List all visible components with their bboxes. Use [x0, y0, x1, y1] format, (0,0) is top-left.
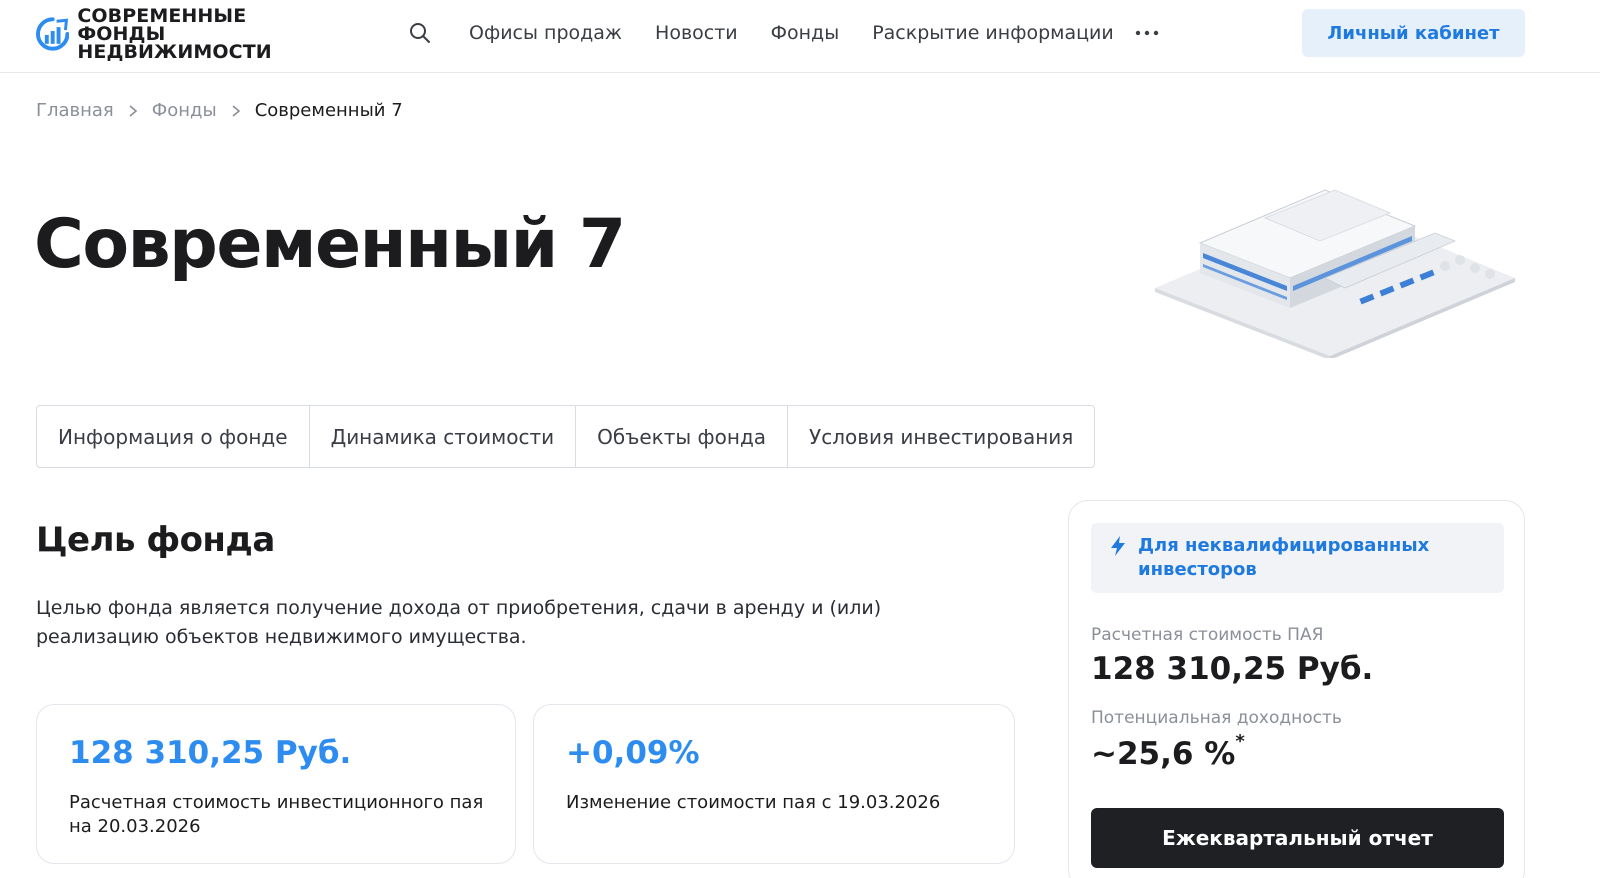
stat-label: Расчетная стоимость инвестиционного пая …	[69, 792, 484, 837]
nav-disclosure[interactable]: Раскрытие информации	[872, 20, 1114, 46]
main-nav: Офисы продаж Новости Фонды Раскрытие инф…	[469, 20, 1147, 46]
fund-summary-card: Для неквалифицированных инвесторов Расче…	[1068, 500, 1525, 878]
stat-label: Изменение стоимости пая с 19.03.2026	[566, 792, 941, 813]
stat-value: 128 310,25 Руб.	[69, 735, 352, 771]
footnote-mark: *	[1235, 730, 1245, 752]
nav-news[interactable]: Новости	[655, 20, 738, 46]
breadcrumb-home[interactable]: Главная	[36, 100, 114, 121]
breadcrumb-funds[interactable]: Фонды	[152, 100, 217, 121]
stat-value: +0,09%	[566, 735, 700, 771]
stat-card-unit-price: 128 310,25 Руб. Расчетная стоимость инве…	[36, 704, 516, 864]
lightning-icon	[1111, 536, 1125, 556]
unit-price-label: Расчетная стоимость ПАЯ	[1091, 625, 1324, 645]
tab-fund-info[interactable]: Информация о фонде	[37, 406, 310, 467]
investor-type-text: Для неквалифицированных инвесторов	[1138, 535, 1430, 580]
fund-tabs: Информация о фонде Динамика стоимости Об…	[36, 405, 1096, 468]
breadcrumb-current: Современный 7	[254, 100, 403, 121]
investor-type-badge: Для неквалифицированных инвесторов	[1091, 523, 1504, 593]
goal-text: Целью фонда является получение дохода от…	[36, 597, 882, 648]
tab-fund-objects[interactable]: Объекты фонда	[576, 406, 789, 467]
unit-price-value: 128 310,25 Руб.	[1091, 651, 1374, 687]
logo-text: СОВРЕМЕННЫЕ ФОНДЫ НЕДВИЖИМОСТИ	[77, 5, 336, 63]
more-icon[interactable]	[1133, 20, 1161, 46]
goal-title: Цель фонда	[36, 520, 275, 560]
logo-line-1: СОВРЕМЕННЫЕ ФОНДЫ	[77, 5, 247, 45]
logo-line-2: НЕДВИЖИМОСТИ	[77, 41, 272, 63]
stat-card-price-change: +0,09% Изменение стоимости пая с 19.03.2…	[533, 704, 1015, 864]
nav-funds[interactable]: Фонды	[771, 20, 840, 46]
nav-sales-offices[interactable]: Офисы продаж	[469, 20, 622, 46]
breadcrumb: Главная Фонды Современный 7	[36, 100, 403, 121]
search-icon[interactable]	[409, 22, 431, 44]
warehouse-illustration	[1155, 189, 1515, 358]
chevron-right-icon	[232, 104, 240, 117]
potential-yield-value: ~25,6 %*	[1091, 731, 1245, 772]
personal-account-button[interactable]: Личный кабинет	[1302, 9, 1525, 57]
quarterly-report-button[interactable]: Ежеквартальный отчет	[1091, 808, 1504, 868]
site-header: СОВРЕМЕННЫЕ ФОНДЫ НЕДВИЖИМОСТИ Офисы про…	[0, 0, 1600, 73]
page-title: Современный 7	[34, 205, 626, 284]
potential-yield-label: Потенциальная доходность	[1091, 708, 1342, 728]
yield-number: ~25,6 %	[1091, 736, 1236, 772]
logo[interactable]: СОВРЕМЕННЫЕ ФОНДЫ НЕДВИЖИМОСТИ	[36, 7, 336, 62]
tab-investment-terms[interactable]: Условия инвестирования	[788, 406, 1094, 467]
logo-icon	[36, 17, 70, 51]
tab-price-dynamics[interactable]: Динамика стоимости	[310, 406, 577, 467]
chevron-right-icon	[129, 104, 137, 117]
